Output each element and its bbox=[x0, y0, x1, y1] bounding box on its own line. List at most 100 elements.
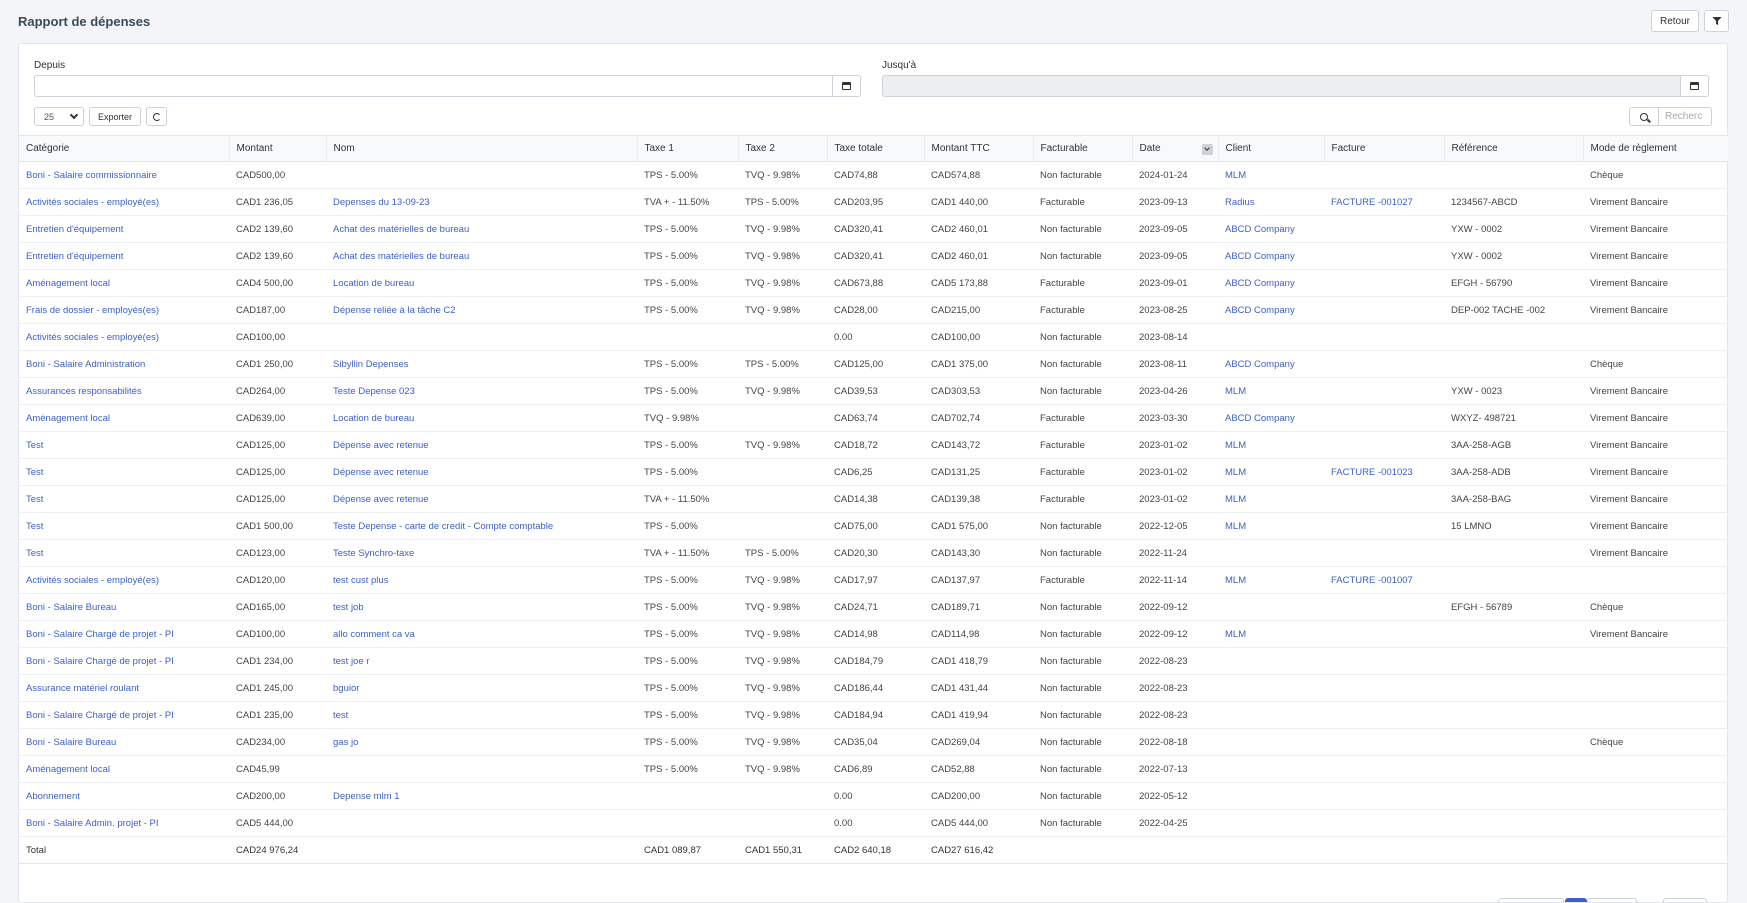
table-cell-link[interactable]: Boni - Salaire commissionnaire bbox=[19, 161, 229, 189]
table-cell-link[interactable]: Test bbox=[19, 539, 229, 567]
table-cell-link[interactable]: allo comment ca va bbox=[326, 620, 637, 648]
table-cell-link[interactable]: Boni - Salaire Administration bbox=[19, 350, 229, 378]
table-cell-link[interactable]: FACTURE -001027 bbox=[1324, 188, 1444, 216]
table-cell-link[interactable]: FACTURE -001023 bbox=[1324, 458, 1444, 486]
table-cell: 2023-08-25 bbox=[1132, 296, 1218, 324]
table-cell bbox=[738, 809, 827, 837]
pagination-button[interactable] bbox=[1663, 898, 1707, 902]
column-header[interactable]: Mode de règlement bbox=[1583, 135, 1728, 162]
table-cell-link[interactable]: Assurances responsabilités bbox=[19, 377, 229, 405]
column-header[interactable]: Catégorie bbox=[19, 135, 230, 162]
table-cell-link[interactable]: Teste Depense - carte de credit - Compte… bbox=[326, 512, 637, 540]
table-cell-link[interactable]: Assurance matériel roulant bbox=[19, 674, 229, 702]
table-cell-link[interactable]: Location de bureau bbox=[326, 269, 637, 297]
column-header[interactable]: Client bbox=[1218, 135, 1325, 162]
back-button[interactable]: Retour bbox=[1650, 10, 1699, 32]
table-cell-link[interactable]: Boni - Salaire Chargé de projet - PI bbox=[19, 701, 229, 729]
table-cell-link[interactable]: MLM bbox=[1218, 431, 1324, 459]
table-cell-link[interactable]: Activités sociales - employé(es) bbox=[19, 323, 229, 351]
sort-desc-icon[interactable] bbox=[1201, 143, 1213, 155]
table-cell-link[interactable]: Dépense reliée à la tâche C2 bbox=[326, 296, 637, 324]
table-cell-link[interactable]: ABCD Company bbox=[1218, 269, 1324, 297]
pagination-button[interactable] bbox=[1498, 898, 1564, 902]
table-cell-link[interactable]: MLM bbox=[1218, 485, 1324, 513]
page-size-select[interactable]: 25 bbox=[34, 107, 84, 126]
table-cell bbox=[1444, 350, 1583, 378]
table-cell-link[interactable]: FACTURE -001007 bbox=[1324, 566, 1444, 594]
table-cell-link[interactable]: ABCD Company bbox=[1218, 242, 1324, 270]
table-cell-link[interactable]: Depenses du 13-09-23 bbox=[326, 188, 637, 216]
table-cell-link[interactable]: ABCD Company bbox=[1218, 404, 1324, 432]
table-cell-link[interactable]: Location de bureau bbox=[326, 404, 637, 432]
table-cell-link[interactable]: MLM bbox=[1218, 512, 1324, 540]
table-cell-link[interactable]: MLM bbox=[1218, 458, 1324, 486]
table-cell-link[interactable]: ABCD Company bbox=[1218, 215, 1324, 243]
table-cell-link[interactable]: Sibyllin Depenses bbox=[326, 350, 637, 378]
table-cell-link[interactable]: Activités sociales - employé(es) bbox=[19, 188, 229, 216]
table-cell-link[interactable]: Activités sociales - employé(es) bbox=[19, 566, 229, 594]
table-cell-link[interactable]: Boni - Salaire Chargé de projet - PI bbox=[19, 647, 229, 675]
table-cell-link[interactable]: Dépense avec retenue bbox=[326, 431, 637, 459]
column-header[interactable]: Montant TTC bbox=[924, 135, 1034, 162]
table-cell-link[interactable]: Boni - Salaire Bureau bbox=[19, 593, 229, 621]
table-cell: CAD1 418,79 bbox=[924, 647, 1033, 675]
table-cell: TPS - 5.00% bbox=[637, 512, 738, 540]
table-cell-link[interactable]: MLM bbox=[1218, 377, 1324, 405]
table-cell-link[interactable]: Entretien d'équipement bbox=[19, 215, 229, 243]
pagination-button[interactable] bbox=[1587, 898, 1637, 902]
table-cell-link[interactable]: Boni - Salaire Bureau bbox=[19, 728, 229, 756]
table-cell-link[interactable]: MLM bbox=[1218, 566, 1324, 594]
table-cell-link[interactable]: Dépense avec retenue bbox=[326, 458, 637, 486]
table-cell-link[interactable]: Achat des matérielles de bureau bbox=[326, 215, 637, 243]
table-cell-link[interactable]: Test bbox=[19, 458, 229, 486]
table-cell-link[interactable]: Radius bbox=[1218, 188, 1324, 216]
column-header[interactable]: Facture bbox=[1324, 135, 1445, 162]
column-header[interactable]: Taxe 1 bbox=[637, 135, 739, 162]
table-cell-link[interactable]: Test bbox=[19, 512, 229, 540]
table-cell-link[interactable]: Test bbox=[19, 431, 229, 459]
table-cell-link[interactable]: Aménagement local bbox=[19, 269, 229, 297]
search-button[interactable] bbox=[1629, 107, 1658, 126]
table-cell-link[interactable]: test cust plus bbox=[326, 566, 637, 594]
from-calendar-button[interactable] bbox=[832, 75, 861, 97]
table-cell-link[interactable]: test bbox=[326, 701, 637, 729]
table-cell-link[interactable]: bguior bbox=[326, 674, 637, 702]
filter-button[interactable] bbox=[1704, 10, 1729, 32]
refresh-button[interactable] bbox=[146, 107, 168, 126]
to-date-input[interactable] bbox=[882, 75, 1680, 97]
table-cell-link[interactable]: test job bbox=[326, 593, 637, 621]
table-cell-link[interactable]: Achat des matérielles de bureau bbox=[326, 242, 637, 270]
table-cell-link[interactable]: gas jo bbox=[326, 728, 637, 756]
pagination-button[interactable] bbox=[1565, 898, 1587, 902]
column-header[interactable]: Référence bbox=[1444, 135, 1584, 162]
table-cell-link[interactable]: Test bbox=[19, 485, 229, 513]
table-cell-link[interactable]: Boni - Salaire Chargé de projet - PI bbox=[19, 620, 229, 648]
column-header[interactable]: Taxe 2 bbox=[738, 135, 828, 162]
table-cell-link[interactable]: Teste Synchro-taxe bbox=[326, 539, 637, 567]
column-header[interactable]: Nom bbox=[326, 135, 638, 162]
table-cell-link[interactable]: Entretien d'équipement bbox=[19, 242, 229, 270]
column-header[interactable]: Date bbox=[1132, 135, 1219, 162]
column-header[interactable]: Facturable bbox=[1033, 135, 1133, 162]
table-cell-link[interactable]: Frais de dossier - employés(es) bbox=[19, 296, 229, 324]
table-cell-link[interactable]: ABCD Company bbox=[1218, 296, 1324, 324]
table-cell-link[interactable]: Dépense avec retenue bbox=[326, 485, 637, 513]
table-cell-link[interactable]: Abonnement bbox=[19, 782, 229, 810]
table-cell-link[interactable]: Aménagement local bbox=[19, 404, 229, 432]
table-cell-link[interactable]: ABCD Company bbox=[1218, 350, 1324, 378]
table-cell-link[interactable]: Boni - Salaire Admin. projet - PI bbox=[19, 809, 229, 837]
table-cell: CAD1 431,44 bbox=[924, 674, 1033, 702]
table-cell: Virement Bancaire bbox=[1583, 242, 1728, 270]
column-header[interactable]: Montant bbox=[229, 135, 327, 162]
from-date-input[interactable] bbox=[34, 75, 832, 97]
table-cell-link[interactable]: Depense mlm 1 bbox=[326, 782, 637, 810]
table-cell-link[interactable]: MLM bbox=[1218, 620, 1324, 648]
export-button[interactable]: Exporter bbox=[89, 107, 142, 126]
to-calendar-button[interactable] bbox=[1680, 75, 1709, 97]
table-cell-link[interactable]: Aménagement local bbox=[19, 755, 229, 783]
table-cell-link[interactable]: test joe r bbox=[326, 647, 637, 675]
search-input[interactable]: Recherc bbox=[1658, 107, 1712, 126]
table-cell-link[interactable]: Teste Depense 023 bbox=[326, 377, 637, 405]
table-cell-link[interactable]: MLM bbox=[1218, 161, 1324, 189]
column-header[interactable]: Taxe totale bbox=[827, 135, 925, 162]
